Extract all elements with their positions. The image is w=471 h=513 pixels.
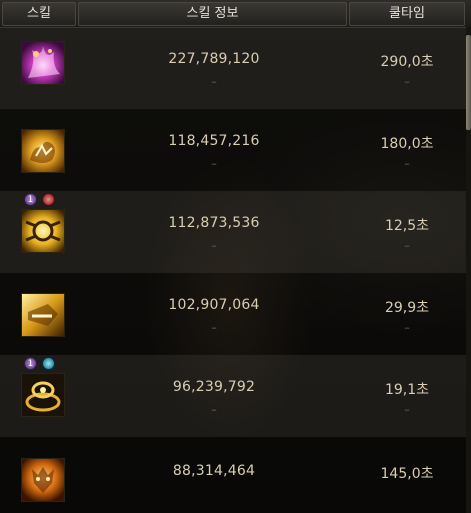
cooldown-sub-value: – (404, 157, 410, 170)
damage-sub-value: – (211, 403, 217, 416)
golden-ring-skill-icon (21, 373, 65, 417)
table-row[interactable]: 1 112,873,536 12,5초 – – (0, 191, 466, 273)
skill-cooldown-value: 12,5초 (384, 218, 430, 234)
column-header-cooldown[interactable]: 쿨타임 (349, 2, 465, 26)
golden-gear-skill-icon (21, 209, 65, 253)
purple-flame-skill-icon (21, 41, 65, 85)
table-row[interactable]: 102,907,064 29,9초 – – (0, 273, 466, 355)
rune-badges: 1 (24, 357, 60, 371)
golden-flame-burst-icon (21, 129, 65, 173)
table-row[interactable]: 227,789,120 290,0초 – – (0, 27, 466, 109)
skill-cooldown-value: 29,9초 (384, 300, 430, 316)
skill-damage-value: 96,239,792 (172, 379, 256, 395)
table-row[interactable]: 88,314,464 145,0초 (0, 437, 466, 513)
golden-strike-skill-icon (21, 293, 65, 337)
skill-damage-value: 102,907,064 (168, 297, 260, 313)
skill-damage-value: 112,873,536 (168, 215, 260, 231)
golden-lion-skill-icon (21, 458, 65, 502)
skill-cooldown-value: 145,0초 (380, 466, 434, 482)
skill-cooldown-value: 180,0초 (380, 136, 434, 152)
cooldown-sub-value: – (404, 239, 410, 252)
cyan-rune-badge (42, 357, 55, 370)
damage-sub-value: – (211, 239, 217, 252)
red-rune-badge (42, 193, 55, 206)
skill-damage-value: 88,314,464 (172, 463, 256, 479)
column-header-skill-info[interactable]: 스킬 정보 (78, 2, 347, 26)
table-row[interactable]: 1 96,239,792 19,1초 – – (0, 355, 466, 437)
table-row[interactable]: 118,457,216 180,0초 – – (0, 109, 466, 191)
rune-badges: 1 (24, 193, 60, 207)
column-header-skill[interactable]: 스킬 (2, 2, 76, 26)
skill-cooldown-value: 290,0초 (380, 54, 434, 70)
table-header: 스킬 스킬 정보 쿨타임 (0, 0, 471, 28)
cooldown-sub-value: – (404, 75, 410, 88)
skill-damage-value: 118,457,216 (168, 133, 260, 149)
damage-sub-value: – (211, 75, 217, 88)
cooldown-sub-value: – (404, 403, 410, 416)
purple-rune-badge: 1 (24, 357, 37, 370)
damage-sub-value: – (211, 321, 217, 334)
damage-sub-value: – (211, 157, 217, 170)
vertical-scrollbar[interactable] (466, 27, 471, 513)
skill-damage-value: 227,789,120 (168, 51, 260, 67)
skill-cooldown-value: 19,1초 (384, 382, 430, 398)
scrollbar-thumb[interactable] (466, 35, 471, 130)
cooldown-sub-value: – (404, 321, 410, 334)
purple-rune-badge: 1 (24, 193, 37, 206)
